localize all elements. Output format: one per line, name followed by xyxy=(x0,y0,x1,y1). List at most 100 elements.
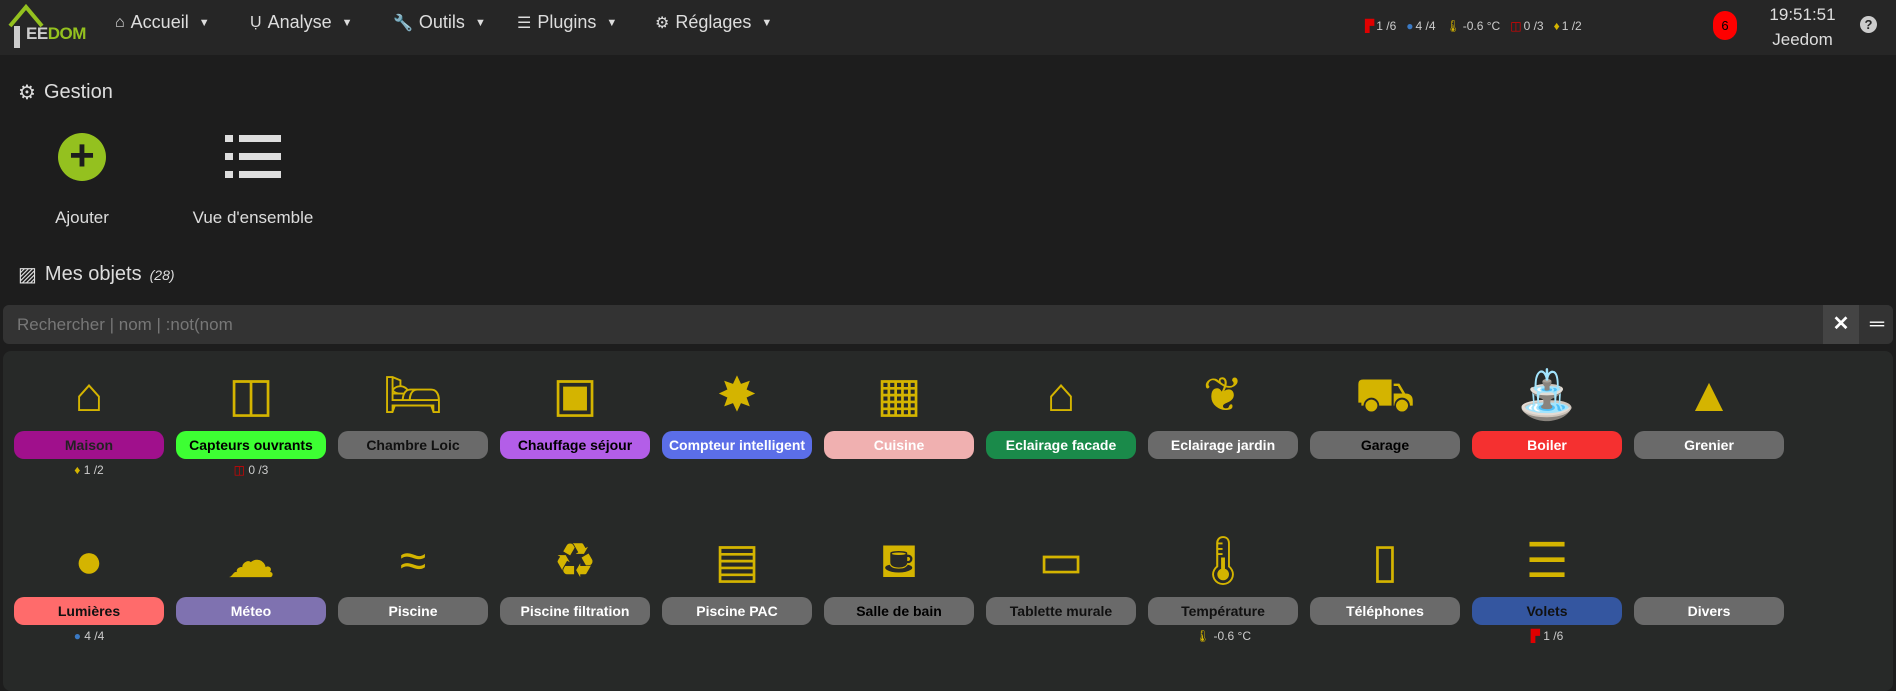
object-name[interactable]: Maison xyxy=(14,431,164,459)
object-tile[interactable]: ⛾ Salle de bain xyxy=(824,531,974,625)
plus-circle-icon: + xyxy=(58,133,106,181)
object-tile[interactable]: ▲ Grenier xyxy=(1634,365,1784,459)
summary-item[interactable]: 🌡 -0.6 °C xyxy=(1446,19,1501,33)
object-name[interactable]: Capteurs ouvrants xyxy=(176,431,326,459)
object-summary: ♦ 1 /2 xyxy=(74,463,104,477)
help-icon[interactable]: ? xyxy=(1860,16,1877,33)
mobile-icon: ▯ xyxy=(1371,535,1399,588)
object-summary: ◫ 0 /3 xyxy=(233,463,269,477)
object-tile[interactable]: ▭ Tablette murale xyxy=(986,531,1136,625)
object-name[interactable]: Garage xyxy=(1310,431,1460,459)
recycle-icon: ♻ xyxy=(553,535,597,588)
toggle-layout-button[interactable]: ═ xyxy=(1859,305,1893,344)
object-tile[interactable]: ⌂ Eclairage facade xyxy=(986,365,1136,459)
object-name[interactable]: Température xyxy=(1148,597,1298,625)
seedling-icon: ❦ xyxy=(1202,369,1244,422)
nav-réglages[interactable]: ⚙ Réglages ▼ xyxy=(655,12,772,33)
caret-down-icon: ▼ xyxy=(761,16,773,29)
object-name[interactable]: Eclairage jardin xyxy=(1148,431,1298,459)
nav-plugins[interactable]: ☰ Plugins ▼ xyxy=(517,12,617,33)
object-summary: ● 4 /4 xyxy=(73,629,105,643)
shower-icon: ⛲ xyxy=(1517,369,1577,422)
object-name[interactable]: Méteo xyxy=(176,597,326,625)
add-object-button[interactable]: + Ajouter xyxy=(2,128,162,228)
object-tile[interactable]: ☁ Méteo xyxy=(176,531,326,625)
object-tile[interactable]: ● Lumières ● 4 /4 xyxy=(14,531,164,643)
object-name[interactable]: Piscine xyxy=(338,597,488,625)
object-name[interactable]: Salle de bain xyxy=(824,597,974,625)
caret-down-icon: ▼ xyxy=(341,16,353,29)
object-tile[interactable]: 🛏 Chambre Loic xyxy=(338,365,488,459)
object-tile[interactable]: ◫ Capteurs ouvrants ◫ 0 /3 xyxy=(176,365,326,477)
object-tile[interactable]: ❦ Eclairage jardin xyxy=(1148,365,1298,459)
burst-icon: ✸ xyxy=(716,369,758,422)
wrench-icon: 🔧 xyxy=(393,14,413,32)
object-tile[interactable]: ☰ Volets ▛ 1 /6 xyxy=(1472,531,1622,643)
object-summary: 🌡 -0.6 °C xyxy=(1194,629,1252,643)
image-icon: ▨ xyxy=(18,264,37,286)
jeedom-logo[interactable]: EEDOM xyxy=(6,3,90,50)
summary-item[interactable]: ◫ 0 /3 xyxy=(1510,19,1543,33)
tent-icon: ▲ xyxy=(1685,369,1733,422)
lightbulb-icon: ● xyxy=(74,535,104,588)
object-name[interactable]: Chambre Loic xyxy=(338,431,488,459)
object-name[interactable]: Eclairage facade xyxy=(986,431,1136,459)
object-name[interactable]: Téléphones xyxy=(1310,597,1460,625)
object-tile[interactable]: ≈ Piscine xyxy=(338,531,488,625)
summary-item[interactable]: ▛ 1 /6 xyxy=(1365,19,1396,33)
object-tile[interactable]: ⛲ Boiler xyxy=(1472,365,1622,459)
object-tile[interactable]: ✸ Compteur intelligent xyxy=(662,365,812,459)
bed-icon: 🛏 xyxy=(382,369,444,422)
clock: 19:51:51 Jeedom xyxy=(1755,2,1850,52)
caret-down-icon: ▼ xyxy=(198,16,210,29)
object-name[interactable]: Grenier xyxy=(1634,431,1784,459)
nav-accueil[interactable]: ⌂ Accueil ▼ xyxy=(115,12,210,33)
flame-icon: ♦ xyxy=(1553,19,1560,33)
gestion-heading: ⚙ Gestion xyxy=(18,81,113,104)
summary-item[interactable]: ♦ 1 /2 xyxy=(1554,19,1582,33)
object-tile[interactable]: ▣ Chauffage séjour xyxy=(500,365,650,459)
object-name[interactable]: Divers xyxy=(1634,597,1784,625)
object-tile[interactable]: ▯ Téléphones xyxy=(1310,531,1460,625)
object-name[interactable]: Chauffage séjour xyxy=(500,431,650,459)
object-name[interactable]: Volets xyxy=(1472,597,1622,625)
object-tile[interactable]: Divers xyxy=(1634,531,1784,625)
object-name[interactable]: Piscine PAC xyxy=(662,597,812,625)
object-name[interactable]: Piscine filtration xyxy=(500,597,650,625)
garage-icon: ⛟ xyxy=(1354,369,1416,422)
objects-heading: ▨ Mes objets (28) xyxy=(18,263,175,286)
cloud-sun-icon: ☁ xyxy=(227,535,275,588)
search-input[interactable] xyxy=(3,305,1823,344)
gear-icon: ⚙ xyxy=(655,14,670,32)
bath-icon: ⛾ xyxy=(879,535,919,588)
shutter-icon: ▛ xyxy=(1365,19,1375,33)
overview-button[interactable]: Vue d'ensemble xyxy=(173,128,333,228)
house-user-icon: ⌂ xyxy=(74,369,104,422)
house-light-icon: ⌂ xyxy=(1046,369,1076,422)
object-name[interactable]: Lumières xyxy=(14,597,164,625)
navbar: EEDOM ⌂ Accueil ▼ Ụ Analyse ▼ 🔧 Outils ▼ ☰ Plugins… xyxy=(0,0,1896,55)
object-tile[interactable]: ♻ Piscine filtration xyxy=(500,531,650,625)
object-tile[interactable]: ⌂ Maison ♦ 1 /2 xyxy=(14,365,164,477)
swimmer-icon: ≈ xyxy=(399,535,427,588)
object-tile[interactable]: ⛟ Garage xyxy=(1310,365,1460,459)
object-tile[interactable]: ▤ Piscine PAC xyxy=(662,531,812,625)
clock-time: 19:51:51 xyxy=(1769,5,1836,24)
lightbulb-icon: ● xyxy=(1406,19,1414,33)
search-bar: ✕ ═ xyxy=(3,305,1893,344)
thermometer-icon: 🌡 xyxy=(1194,629,1211,643)
summary-item[interactable]: ● 4 /4 xyxy=(1406,19,1435,33)
object-name[interactable]: Tablette murale xyxy=(986,597,1136,625)
list-check-icon: ☰ xyxy=(517,14,532,32)
object-tile[interactable]: 🌡 Température 🌡 -0.6 °C xyxy=(1148,531,1298,643)
notifications-badge[interactable]: 6 xyxy=(1713,11,1737,40)
object-name[interactable]: Boiler xyxy=(1472,431,1622,459)
object-tile[interactable]: ▦ Cuisine xyxy=(824,365,974,459)
object-name[interactable]: Cuisine xyxy=(824,431,974,459)
nav-outils[interactable]: 🔧 Outils ▼ xyxy=(393,12,486,33)
object-name[interactable]: Compteur intelligent xyxy=(662,431,812,459)
clear-search-button[interactable]: ✕ xyxy=(1823,305,1859,344)
flame-icon: ♦ xyxy=(74,463,81,477)
stethoscope-icon: Ụ xyxy=(250,13,262,31)
nav-analyse[interactable]: Ụ Analyse ▼ xyxy=(250,12,353,33)
